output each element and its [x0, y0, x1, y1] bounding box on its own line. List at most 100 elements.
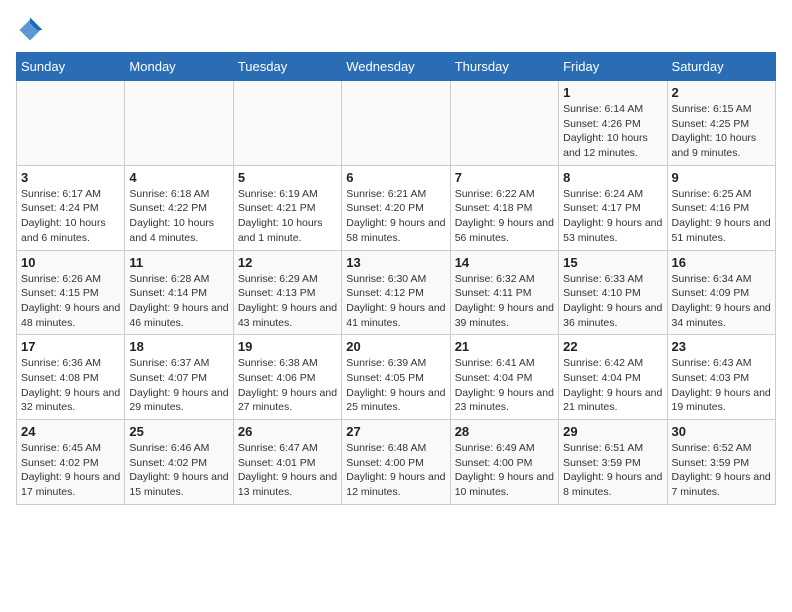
day-number: 23 — [672, 339, 771, 354]
column-header-sunday: Sunday — [17, 53, 125, 81]
calendar-cell: 3 Sunrise: 6:17 AM Sunset: 4:24 PM Daylig… — [17, 165, 125, 250]
day-number: 11 — [129, 255, 228, 270]
day-info: Sunrise: 6:36 AM Sunset: 4:08 PM Dayligh… — [21, 356, 120, 415]
day-info: Sunrise: 6:26 AM Sunset: 4:15 PM Dayligh… — [21, 272, 120, 331]
day-number: 8 — [563, 170, 662, 185]
day-number: 16 — [672, 255, 771, 270]
calendar-cell: 29 Sunrise: 6:51 AM Sunset: 3:59 PM Dayli… — [559, 420, 667, 505]
calendar-cell: 23 Sunrise: 6:43 AM Sunset: 4:03 PM Dayli… — [667, 335, 775, 420]
day-number: 24 — [21, 424, 120, 439]
day-info: Sunrise: 6:32 AM Sunset: 4:11 PM Dayligh… — [455, 272, 554, 331]
day-number: 15 — [563, 255, 662, 270]
day-number: 13 — [346, 255, 445, 270]
day-info: Sunrise: 6:15 AM Sunset: 4:25 PM Dayligh… — [672, 102, 771, 161]
day-number: 7 — [455, 170, 554, 185]
day-info: Sunrise: 6:21 AM Sunset: 4:20 PM Dayligh… — [346, 187, 445, 246]
day-info: Sunrise: 6:38 AM Sunset: 4:06 PM Dayligh… — [238, 356, 337, 415]
day-info: Sunrise: 6:33 AM Sunset: 4:10 PM Dayligh… — [563, 272, 662, 331]
calendar-week-row: 24 Sunrise: 6:45 AM Sunset: 4:02 PM Dayli… — [17, 420, 776, 505]
calendar-cell: 16 Sunrise: 6:34 AM Sunset: 4:09 PM Dayli… — [667, 250, 775, 335]
day-info: Sunrise: 6:43 AM Sunset: 4:03 PM Dayligh… — [672, 356, 771, 415]
day-info: Sunrise: 6:41 AM Sunset: 4:04 PM Dayligh… — [455, 356, 554, 415]
day-info: Sunrise: 6:25 AM Sunset: 4:16 PM Dayligh… — [672, 187, 771, 246]
day-info: Sunrise: 6:48 AM Sunset: 4:00 PM Dayligh… — [346, 441, 445, 500]
day-number: 17 — [21, 339, 120, 354]
calendar-cell: 5 Sunrise: 6:19 AM Sunset: 4:21 PM Daylig… — [233, 165, 341, 250]
day-number: 1 — [563, 85, 662, 100]
calendar-cell: 4Sunrise: 6:18 AM Sunset: 4:22 PM Daylig… — [125, 165, 233, 250]
day-info: Sunrise: 6:17 AM Sunset: 4:24 PM Dayligh… — [21, 187, 120, 246]
calendar-cell: 19 Sunrise: 6:38 AM Sunset: 4:06 PM Dayli… — [233, 335, 341, 420]
day-info: Sunrise: 6:34 AM Sunset: 4:09 PM Dayligh… — [672, 272, 771, 331]
day-number: 21 — [455, 339, 554, 354]
calendar-cell: 2 Sunrise: 6:15 AM Sunset: 4:25 PM Daylig… — [667, 81, 775, 166]
calendar-cell: 9 Sunrise: 6:25 AM Sunset: 4:16 PM Daylig… — [667, 165, 775, 250]
day-number: 5 — [238, 170, 337, 185]
day-number: 27 — [346, 424, 445, 439]
day-number: 19 — [238, 339, 337, 354]
calendar-cell: 20Sunrise: 6:39 AM Sunset: 4:05 PM Dayli… — [342, 335, 450, 420]
day-info: Sunrise: 6:19 AM Sunset: 4:21 PM Dayligh… — [238, 187, 337, 246]
day-number: 18 — [129, 339, 228, 354]
calendar-cell: 22Sunrise: 6:42 AM Sunset: 4:04 PM Dayli… — [559, 335, 667, 420]
page-header — [16, 16, 776, 44]
day-info: Sunrise: 6:51 AM Sunset: 3:59 PM Dayligh… — [563, 441, 662, 500]
column-header-thursday: Thursday — [450, 53, 558, 81]
day-number: 4 — [129, 170, 228, 185]
day-info: Sunrise: 6:14 AM Sunset: 4:26 PM Dayligh… — [563, 102, 662, 161]
calendar-cell: 10Sunrise: 6:26 AM Sunset: 4:15 PM Dayli… — [17, 250, 125, 335]
calendar-cell — [125, 81, 233, 166]
day-number: 29 — [563, 424, 662, 439]
calendar-header-row: SundayMondayTuesdayWednesdayThursdayFrid… — [17, 53, 776, 81]
day-number: 25 — [129, 424, 228, 439]
calendar-cell — [342, 81, 450, 166]
day-info: Sunrise: 6:47 AM Sunset: 4:01 PM Dayligh… — [238, 441, 337, 500]
day-info: Sunrise: 6:24 AM Sunset: 4:17 PM Dayligh… — [563, 187, 662, 246]
calendar-week-row: 3 Sunrise: 6:17 AM Sunset: 4:24 PM Daylig… — [17, 165, 776, 250]
day-info: Sunrise: 6:49 AM Sunset: 4:00 PM Dayligh… — [455, 441, 554, 500]
calendar-cell: 8 Sunrise: 6:24 AM Sunset: 4:17 PM Daylig… — [559, 165, 667, 250]
day-info: Sunrise: 6:52 AM Sunset: 3:59 PM Dayligh… — [672, 441, 771, 500]
calendar-cell: 11 Sunrise: 6:28 AM Sunset: 4:14 PM Dayli… — [125, 250, 233, 335]
column-header-saturday: Saturday — [667, 53, 775, 81]
calendar-cell: 1 Sunrise: 6:14 AM Sunset: 4:26 PM Daylig… — [559, 81, 667, 166]
day-number: 9 — [672, 170, 771, 185]
calendar-cell: 17 Sunrise: 6:36 AM Sunset: 4:08 PM Dayli… — [17, 335, 125, 420]
column-header-tuesday: Tuesday — [233, 53, 341, 81]
calendar-cell: 25 Sunrise: 6:46 AM Sunset: 4:02 PM Dayli… — [125, 420, 233, 505]
calendar-cell: 21 Sunrise: 6:41 AM Sunset: 4:04 PM Dayli… — [450, 335, 558, 420]
calendar-cell: 28 Sunrise: 6:49 AM Sunset: 4:00 PM Dayli… — [450, 420, 558, 505]
day-number: 26 — [238, 424, 337, 439]
day-number: 6 — [346, 170, 445, 185]
calendar-cell: 27 Sunrise: 6:48 AM Sunset: 4:00 PM Dayli… — [342, 420, 450, 505]
calendar-cell: 12Sunrise: 6:29 AM Sunset: 4:13 PM Dayli… — [233, 250, 341, 335]
day-number: 30 — [672, 424, 771, 439]
calendar-cell: 26 Sunrise: 6:47 AM Sunset: 4:01 PM Dayli… — [233, 420, 341, 505]
column-header-monday: Monday — [125, 53, 233, 81]
calendar-week-row: 10Sunrise: 6:26 AM Sunset: 4:15 PM Dayli… — [17, 250, 776, 335]
day-number: 2 — [672, 85, 771, 100]
day-info: Sunrise: 6:46 AM Sunset: 4:02 PM Dayligh… — [129, 441, 228, 500]
calendar-cell — [450, 81, 558, 166]
calendar-week-row: 17 Sunrise: 6:36 AM Sunset: 4:08 PM Dayli… — [17, 335, 776, 420]
column-header-wednesday: Wednesday — [342, 53, 450, 81]
calendar-cell: 14 Sunrise: 6:32 AM Sunset: 4:11 PM Dayli… — [450, 250, 558, 335]
calendar-table: SundayMondayTuesdayWednesdayThursdayFrid… — [16, 52, 776, 505]
calendar-week-row: 1 Sunrise: 6:14 AM Sunset: 4:26 PM Daylig… — [17, 81, 776, 166]
logo-icon — [16, 16, 44, 44]
calendar-cell: 30 Sunrise: 6:52 AM Sunset: 3:59 PM Dayli… — [667, 420, 775, 505]
day-info: Sunrise: 6:39 AM Sunset: 4:05 PM Dayligh… — [346, 356, 445, 415]
day-info: Sunrise: 6:22 AM Sunset: 4:18 PM Dayligh… — [455, 187, 554, 246]
day-info: Sunrise: 6:30 AM Sunset: 4:12 PM Dayligh… — [346, 272, 445, 331]
day-number: 14 — [455, 255, 554, 270]
calendar-cell: 7 Sunrise: 6:22 AM Sunset: 4:18 PM Daylig… — [450, 165, 558, 250]
calendar-cell — [17, 81, 125, 166]
calendar-cell: 24 Sunrise: 6:45 AM Sunset: 4:02 PM Dayli… — [17, 420, 125, 505]
day-info: Sunrise: 6:37 AM Sunset: 4:07 PM Dayligh… — [129, 356, 228, 415]
day-info: Sunrise: 6:45 AM Sunset: 4:02 PM Dayligh… — [21, 441, 120, 500]
day-number: 28 — [455, 424, 554, 439]
day-number: 3 — [21, 170, 120, 185]
logo — [16, 16, 48, 44]
calendar-cell: 6 Sunrise: 6:21 AM Sunset: 4:20 PM Daylig… — [342, 165, 450, 250]
day-info: Sunrise: 6:28 AM Sunset: 4:14 PM Dayligh… — [129, 272, 228, 331]
